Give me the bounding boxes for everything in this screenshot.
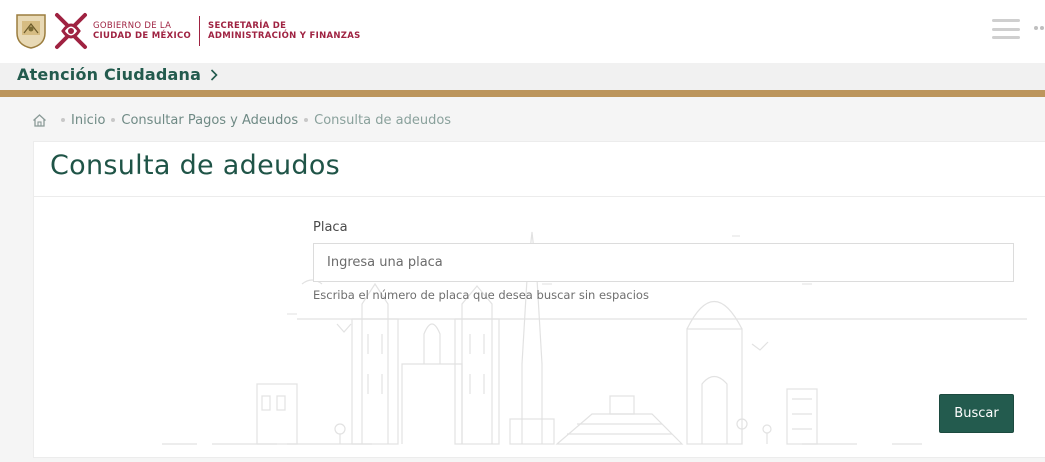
page-title: Consulta de adeudos: [50, 150, 341, 181]
placa-label: Placa: [313, 220, 348, 235]
chevron-right-icon: [211, 68, 218, 81]
breadcrumb-separator: [61, 118, 65, 122]
consulta-card: Consulta de adeudos Placa Ingresa una pl…: [33, 141, 1045, 458]
government-logo[interactable]: GOBIERNO DE LA CIUDAD DE MÉXICO SECRETAR…: [15, 10, 361, 52]
cdmx-logo-icon: [55, 13, 87, 49]
coat-of-arms-icon: [16, 14, 46, 49]
placa-form-group: Placa Escriba el número de placa que des…: [313, 220, 1014, 302]
secretaria-name: SECRETARÍA DE ADMINISTRACIÓN Y FINANZAS: [208, 21, 361, 41]
atencion-ciudadana-link[interactable]: Atención Ciudadana: [17, 65, 218, 84]
breadcrumb-separator: [304, 118, 309, 122]
buscar-button[interactable]: Buscar: [939, 394, 1014, 433]
service-band: Atención Ciudadana: [0, 63, 1045, 90]
logo-divider: [199, 16, 201, 46]
more-dots-icon[interactable]: [1034, 24, 1045, 32]
breadcrumb-consultar-pagos[interactable]: Consultar Pagos y Adeudos: [121, 113, 298, 128]
placa-input[interactable]: [313, 243, 1014, 282]
gold-accent-bar: [0, 90, 1045, 97]
service-label: Atención Ciudadana: [17, 65, 202, 84]
breadcrumb-current: Consulta de adeudos: [314, 112, 452, 128]
placa-help-text: Escriba el número de placa que desea bus…: [313, 288, 649, 302]
government-name: GOBIERNO DE LA CIUDAD DE MÉXICO: [93, 21, 192, 41]
breadcrumb-inicio[interactable]: Inicio: [71, 113, 105, 128]
hamburger-menu-icon[interactable]: [992, 19, 1020, 39]
top-header: GOBIERNO DE LA CIUDAD DE MÉXICO SECRETAR…: [0, 0, 1045, 63]
home-icon[interactable]: [32, 113, 47, 128]
card-header: Consulta de adeudos: [34, 142, 1045, 197]
breadcrumb-separator: [111, 118, 116, 122]
breadcrumb: Inicio Consultar Pagos y Adeudos Consult…: [32, 110, 451, 130]
